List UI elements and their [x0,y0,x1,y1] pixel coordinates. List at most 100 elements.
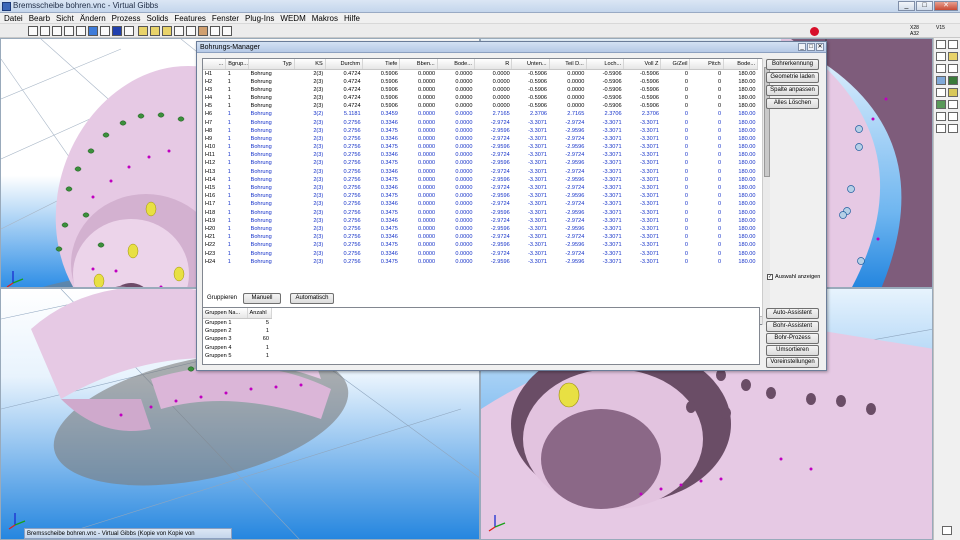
col-header[interactable]: Bgrup... [225,59,250,70]
table-row[interactable]: H15 1 Bohrung 2(3) 0.2756 0.3346 0.0000 0.0000 -… [203,184,758,192]
table-row[interactable]: H12 1 Bohrung 2(3) 0.2756 0.3475 0.0000 0.0000 -… [203,159,758,167]
bohrerkennung-button[interactable]: Bohrerkennung [766,59,819,70]
table-row[interactable]: H14 1 Bohrung 2(3) 0.2756 0.3475 0.0000 0.0000 -… [203,176,758,184]
col-header[interactable]: G/Zeil [660,59,691,70]
voreinstellungen-button[interactable]: Voreinstellungen [766,357,819,368]
solid-icon[interactable] [936,76,946,85]
cut-icon[interactable] [936,52,946,61]
bohr-prozess-button[interactable]: Bohr-Prozess [766,333,819,344]
list-item[interactable]: Gruppen 5 1 [203,352,271,361]
col-header[interactable]: Bode... [437,59,475,70]
tool-icon[interactable] [210,26,220,36]
grid-view-icon[interactable] [40,26,50,36]
maximize-button[interactable]: □ [916,1,933,11]
menu-sicht[interactable]: Sicht [53,13,77,24]
dialog-title-bar[interactable]: Bohrungs-Manager _ □ ✕ [197,42,826,53]
col-header[interactable]: Gruppen Na... [203,308,248,319]
new-file-icon[interactable] [936,40,946,49]
menu-plugins[interactable]: Plug-Ins [242,13,277,24]
table-row[interactable]: H24 1 Bohrung 2(3) 0.2756 0.3475 0.0000 0.0000 -… [203,258,758,266]
stop-icon[interactable] [810,27,819,36]
table-row[interactable]: H13 1 Bohrung 2(3) 0.2756 0.3346 0.0000 0.0000 -… [203,168,758,176]
table-row[interactable]: H1 1 Bohrung 2(3) 0.4724 0.5906 0.0000 0.0000 0.… [203,69,758,78]
settings-icon[interactable] [948,124,958,133]
wireframe-icon[interactable] [76,26,86,36]
menu-bearb[interactable]: Bearb [26,13,53,24]
table-row[interactable]: H7 1 Bohrung 2(3) 0.2756 0.3346 0.0000 0.0000 -2… [203,118,758,126]
table-row[interactable]: H16 1 Bohrung 2(3) 0.2756 0.3475 0.0000 0.0000 -… [203,192,758,200]
toolpath-icon[interactable] [936,100,946,109]
drill-icon[interactable] [948,88,958,97]
table-row[interactable]: H6 1 Bohrung 3(2) 5.1181 0.3459 0.0000 0.0000 2.… [203,110,758,118]
col-header[interactable]: Anzahl [247,308,272,319]
list-item[interactable]: Gruppen 2 1 [203,327,271,336]
info-icon[interactable] [942,526,952,535]
col-header[interactable]: Bode... [723,59,759,70]
rotate-view-icon[interactable] [100,26,110,36]
table-row[interactable]: H10 1 Bohrung 2(3) 0.2756 0.3475 0.0000 0.0000 -… [203,143,758,151]
list-item[interactable]: Gruppen 3 60 [203,335,271,344]
shape-icon[interactable] [186,26,196,36]
list-item[interactable]: Gruppen 1 5 [203,318,271,327]
measure-icon[interactable] [936,112,946,121]
col-header[interactable]: Teil D... [549,59,587,70]
save-icon[interactable] [150,26,160,36]
menu-solids[interactable]: Solids [144,13,172,24]
col-header[interactable]: Loch... [586,59,625,70]
shaded-view-icon[interactable] [88,26,98,36]
col-header[interactable]: Unten... [511,59,550,70]
single-view-icon[interactable] [64,26,74,36]
scroll-thumb[interactable] [764,67,770,177]
print-icon[interactable] [162,26,172,36]
col-header[interactable]: R [474,59,513,70]
manuell-button[interactable]: Manuell [243,293,281,304]
zoom-icon[interactable] [124,26,134,36]
col-header[interactable]: Voll Z [623,59,662,70]
checkbox-box[interactable]: ✓ [767,273,773,280]
table-row[interactable]: H3 1 Bohrung 2(3) 0.4724 0.5906 0.0000 0.0000 0.… [203,86,758,94]
col-header[interactable]: Pitch [689,59,724,70]
solid-icon[interactable] [174,26,184,36]
dialog-close-button[interactable]: ✕ [816,43,824,51]
table-row[interactable]: H8 1 Bohrung 2(3) 0.2756 0.3475 0.0000 0.0000 -2… [203,127,758,135]
material-icon[interactable] [198,26,208,36]
menu-datei[interactable]: Datei [1,13,26,24]
menu-wedm[interactable]: WEDM [277,13,308,24]
spalte-anpassen-button[interactable]: Spalte anpassen [766,85,819,96]
table-row[interactable]: H2 1 Bohrung 2(3) 0.4724 0.5906 0.0000 0.0000 0.… [203,78,758,86]
list-item[interactable]: Gruppen 4 1 [203,344,271,353]
table-row[interactable]: H20 1 Bohrung 2(3) 0.2756 0.3475 0.0000 0.0000 -… [203,225,758,233]
menu-prozess[interactable]: Prozess [109,13,144,24]
menu-hilfe[interactable]: Hilfe [341,13,363,24]
trim-icon[interactable] [948,64,958,73]
table-row[interactable]: H4 1 Bohrung 2(3) 0.4724 0.5906 0.0000 0.0000 0.… [203,94,758,102]
taskbar-window-item[interactable]: Bremsscheibe bohren.vnc - Virtual Gibbs … [24,528,232,539]
edit-icon[interactable] [936,64,946,73]
close-button[interactable]: ✕ [934,1,958,11]
table-row[interactable]: H18 1 Bohrung 2(3) 0.2756 0.3475 0.0000 0.0000 -… [203,209,758,217]
table-row[interactable]: H22 1 Bohrung 2(3) 0.2756 0.3475 0.0000 0.0000 -… [203,241,758,249]
table-row[interactable]: H21 1 Bohrung 2(3) 0.2756 0.3346 0.0000 0.0000 -… [203,233,758,241]
menu-makros[interactable]: Makros [309,13,341,24]
table-row[interactable]: H11 1 Bohrung 2(3) 0.2756 0.3346 0.0000 0.0000 -… [203,151,758,159]
col-header[interactable]: ... [203,59,227,70]
folder-icon[interactable] [138,26,148,36]
groups-table[interactable]: Gruppen Na... Anzahl Gruppen 1 5 Gruppen 2… [202,307,760,365]
table-row[interactable]: H5 1 Bohrung 2(3) 0.4724 0.5906 0.0000 0.0000 0.… [203,102,758,110]
snap-icon[interactable] [948,112,958,121]
auswahl-anzeigen-checkbox[interactable]: ✓ Auswahl anzeigen [767,273,820,281]
menu-fenster[interactable]: Fenster [209,13,242,24]
automatisch-button[interactable]: Automatisch [290,293,334,304]
menu-features[interactable]: Features [171,13,209,24]
table-row[interactable]: H23 1 Bohrung 2(3) 0.2756 0.3346 0.0000 0.0000 -… [203,249,758,257]
col-header[interactable]: KS [294,59,326,70]
layer-icon[interactable] [948,100,958,109]
select-tool-icon[interactable] [28,26,38,36]
bohr-assistent-button[interactable]: Bohr-Assistent [766,321,819,332]
help-icon[interactable] [222,26,232,36]
minimize-button[interactable]: _ [898,1,915,11]
auto-assistent-button[interactable]: Auto-Assistent [766,308,819,319]
sketch-icon[interactable] [936,88,946,97]
geometrie-laden-button[interactable]: Geometrie laden [766,72,819,83]
alles-loeschen-button[interactable]: Alles Löschen [766,98,819,109]
